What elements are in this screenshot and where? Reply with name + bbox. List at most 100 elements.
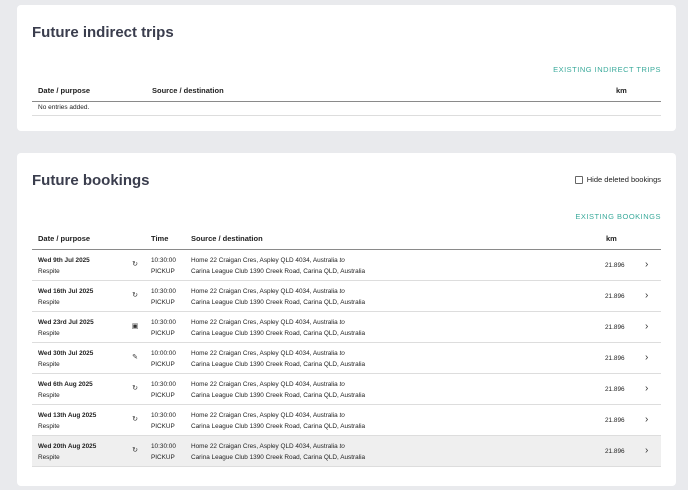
booking-destination: Carina League Club 1390 Creek Road, Cari… xyxy=(191,423,366,430)
col-km: km xyxy=(606,234,617,243)
booking-km: 21.896 xyxy=(605,355,625,362)
booking-type: PICKUP xyxy=(151,454,175,461)
booking-km: 21.896 xyxy=(605,293,625,300)
booking-time: 10:30:00 xyxy=(151,257,176,264)
empty-row: No entries added. xyxy=(32,101,661,116)
table-header: Date / purpose Source / destination km xyxy=(32,82,661,102)
chevron-right-icon[interactable]: › xyxy=(645,290,648,301)
existing-bookings-button[interactable]: EXISTING BOOKINGS xyxy=(575,212,661,221)
booking-time: 10:00:00 xyxy=(151,350,176,357)
source-text: Home 22 Craigan Cres, Aspley QLD 4034, A… xyxy=(191,381,338,388)
col-km: km xyxy=(616,86,627,95)
table-row[interactable]: Wed 23rd Jul 2025 Respite ▣ 10:30:00 PICKUP H… xyxy=(32,312,661,343)
bookings-card: Future bookings Hide deleted bookings EX… xyxy=(17,153,676,486)
bookings-list: Wed 9th Jul 2025 Respite ↻ 10:30:00 PICKUP Ho… xyxy=(32,250,661,467)
booking-type: PICKUP xyxy=(151,423,175,430)
booking-purpose: Respite xyxy=(38,330,60,337)
booking-source: Home 22 Craigan Cres, Aspley QLD 4034, A… xyxy=(191,412,345,419)
booking-time: 10:30:00 xyxy=(151,288,176,295)
booking-km: 21.896 xyxy=(605,417,625,424)
to-label: to xyxy=(339,412,345,419)
source-text: Home 22 Craigan Cres, Aspley QLD 4034, A… xyxy=(191,443,338,450)
table-row[interactable]: Wed 9th Jul 2025 Respite ↻ 10:30:00 PICKUP Ho… xyxy=(32,250,661,281)
booking-destination: Carina League Club 1390 Creek Road, Cari… xyxy=(191,392,366,399)
booking-km: 21.896 xyxy=(605,386,625,393)
booking-purpose: Respite xyxy=(38,423,60,430)
table-row[interactable]: Wed 20th Aug 2025 Respite ↻ 10:30:00 PICKUP H… xyxy=(32,436,661,467)
booking-time: 10:30:00 xyxy=(151,381,176,388)
col-date-purpose: Date / purpose xyxy=(38,234,91,243)
repeat-icon[interactable]: ↻ xyxy=(131,261,139,269)
col-time: Time xyxy=(151,234,169,243)
booking-type: PICKUP xyxy=(151,299,175,306)
source-text: Home 22 Craigan Cres, Aspley QLD 4034, A… xyxy=(191,319,338,326)
table-row[interactable]: Wed 13th Aug 2025 Respite ↻ 10:30:00 PICKUP H… xyxy=(32,405,661,436)
chevron-right-icon[interactable]: › xyxy=(645,383,648,394)
booking-destination: Carina League Club 1390 Creek Road, Cari… xyxy=(191,361,366,368)
chevron-right-icon[interactable]: › xyxy=(645,259,648,270)
chevron-right-icon[interactable]: › xyxy=(645,321,648,332)
to-label: to xyxy=(339,350,345,357)
booking-time: 10:30:00 xyxy=(151,319,176,326)
booking-destination: Carina League Club 1390 Creek Road, Cari… xyxy=(191,299,366,306)
booking-km: 21.896 xyxy=(605,324,625,331)
chevron-right-icon[interactable]: › xyxy=(645,445,648,456)
to-label: to xyxy=(339,257,345,264)
existing-indirect-trips-button[interactable]: EXISTING INDIRECT TRIPS xyxy=(553,65,661,74)
booking-destination: Carina League Club 1390 Creek Road, Cari… xyxy=(191,268,366,275)
booking-destination: Carina League Club 1390 Creek Road, Cari… xyxy=(191,454,366,461)
booking-source: Home 22 Craigan Cres, Aspley QLD 4034, A… xyxy=(191,257,345,264)
hide-deleted-label: Hide deleted bookings xyxy=(586,175,661,184)
hide-deleted-checkbox[interactable] xyxy=(574,175,583,184)
booking-source: Home 22 Craigan Cres, Aspley QLD 4034, A… xyxy=(191,319,345,326)
booking-km: 21.896 xyxy=(605,448,625,455)
chevron-right-icon[interactable]: › xyxy=(645,414,648,425)
booking-destination: Carina League Club 1390 Creek Road, Cari… xyxy=(191,330,366,337)
edit-icon[interactable]: ✎ xyxy=(131,354,139,362)
booking-km: 21.896 xyxy=(605,262,625,269)
col-source-destination: Source / destination xyxy=(191,234,263,243)
hide-deleted-toggle[interactable]: Hide deleted bookings xyxy=(574,175,661,184)
booking-purpose: Respite xyxy=(38,361,60,368)
booking-source: Home 22 Craigan Cres, Aspley QLD 4034, A… xyxy=(191,350,345,357)
booking-source: Home 22 Craigan Cres, Aspley QLD 4034, A… xyxy=(191,381,345,388)
repeat-icon[interactable]: ↻ xyxy=(131,416,139,424)
source-text: Home 22 Craigan Cres, Aspley QLD 4034, A… xyxy=(191,350,338,357)
table-row[interactable]: Wed 30th Jul 2025 Respite ✎ 10:00:00 PICKUP H… xyxy=(32,343,661,374)
booking-source: Home 22 Craigan Cres, Aspley QLD 4034, A… xyxy=(191,443,345,450)
booking-type: PICKUP xyxy=(151,392,175,399)
table-header: Date / purpose Time Source / destination… xyxy=(32,230,661,250)
repeat-icon[interactable]: ↻ xyxy=(131,447,139,455)
page-title: Future indirect trips xyxy=(32,24,174,41)
booking-time: 10:30:00 xyxy=(151,443,176,450)
col-source-destination: Source / destination xyxy=(152,86,224,95)
repeat-icon[interactable]: ↻ xyxy=(131,385,139,393)
booking-date: Wed 6th Aug 2025 xyxy=(38,381,93,388)
booking-date: Wed 23rd Jul 2025 xyxy=(38,319,94,326)
booking-type: PICKUP xyxy=(151,268,175,275)
empty-text: No entries added. xyxy=(38,104,90,111)
col-date-purpose: Date / purpose xyxy=(38,86,91,95)
calendar-icon[interactable]: ▣ xyxy=(131,323,139,331)
to-label: to xyxy=(339,319,345,326)
booking-date: Wed 13th Aug 2025 xyxy=(38,412,97,419)
to-label: to xyxy=(339,443,345,450)
to-label: to xyxy=(339,288,345,295)
booking-date: Wed 30th Jul 2025 xyxy=(38,350,94,357)
section-title: Future bookings xyxy=(32,172,150,189)
table-row[interactable]: Wed 16th Jul 2025 Respite ↻ 10:30:00 PICKUP H… xyxy=(32,281,661,312)
repeat-icon[interactable]: ↻ xyxy=(131,292,139,300)
booking-purpose: Respite xyxy=(38,268,60,275)
booking-purpose: Respite xyxy=(38,392,60,399)
booking-date: Wed 9th Jul 2025 xyxy=(38,257,90,264)
booking-type: PICKUP xyxy=(151,361,175,368)
booking-source: Home 22 Craigan Cres, Aspley QLD 4034, A… xyxy=(191,288,345,295)
source-text: Home 22 Craigan Cres, Aspley QLD 4034, A… xyxy=(191,412,338,419)
booking-date: Wed 16th Jul 2025 xyxy=(38,288,94,295)
booking-time: 10:30:00 xyxy=(151,412,176,419)
chevron-right-icon[interactable]: › xyxy=(645,352,648,363)
source-text: Home 22 Craigan Cres, Aspley QLD 4034, A… xyxy=(191,257,338,264)
booking-date: Wed 20th Aug 2025 xyxy=(38,443,97,450)
table-row[interactable]: Wed 6th Aug 2025 Respite ↻ 10:30:00 PICKUP Ho… xyxy=(32,374,661,405)
booking-type: PICKUP xyxy=(151,330,175,337)
